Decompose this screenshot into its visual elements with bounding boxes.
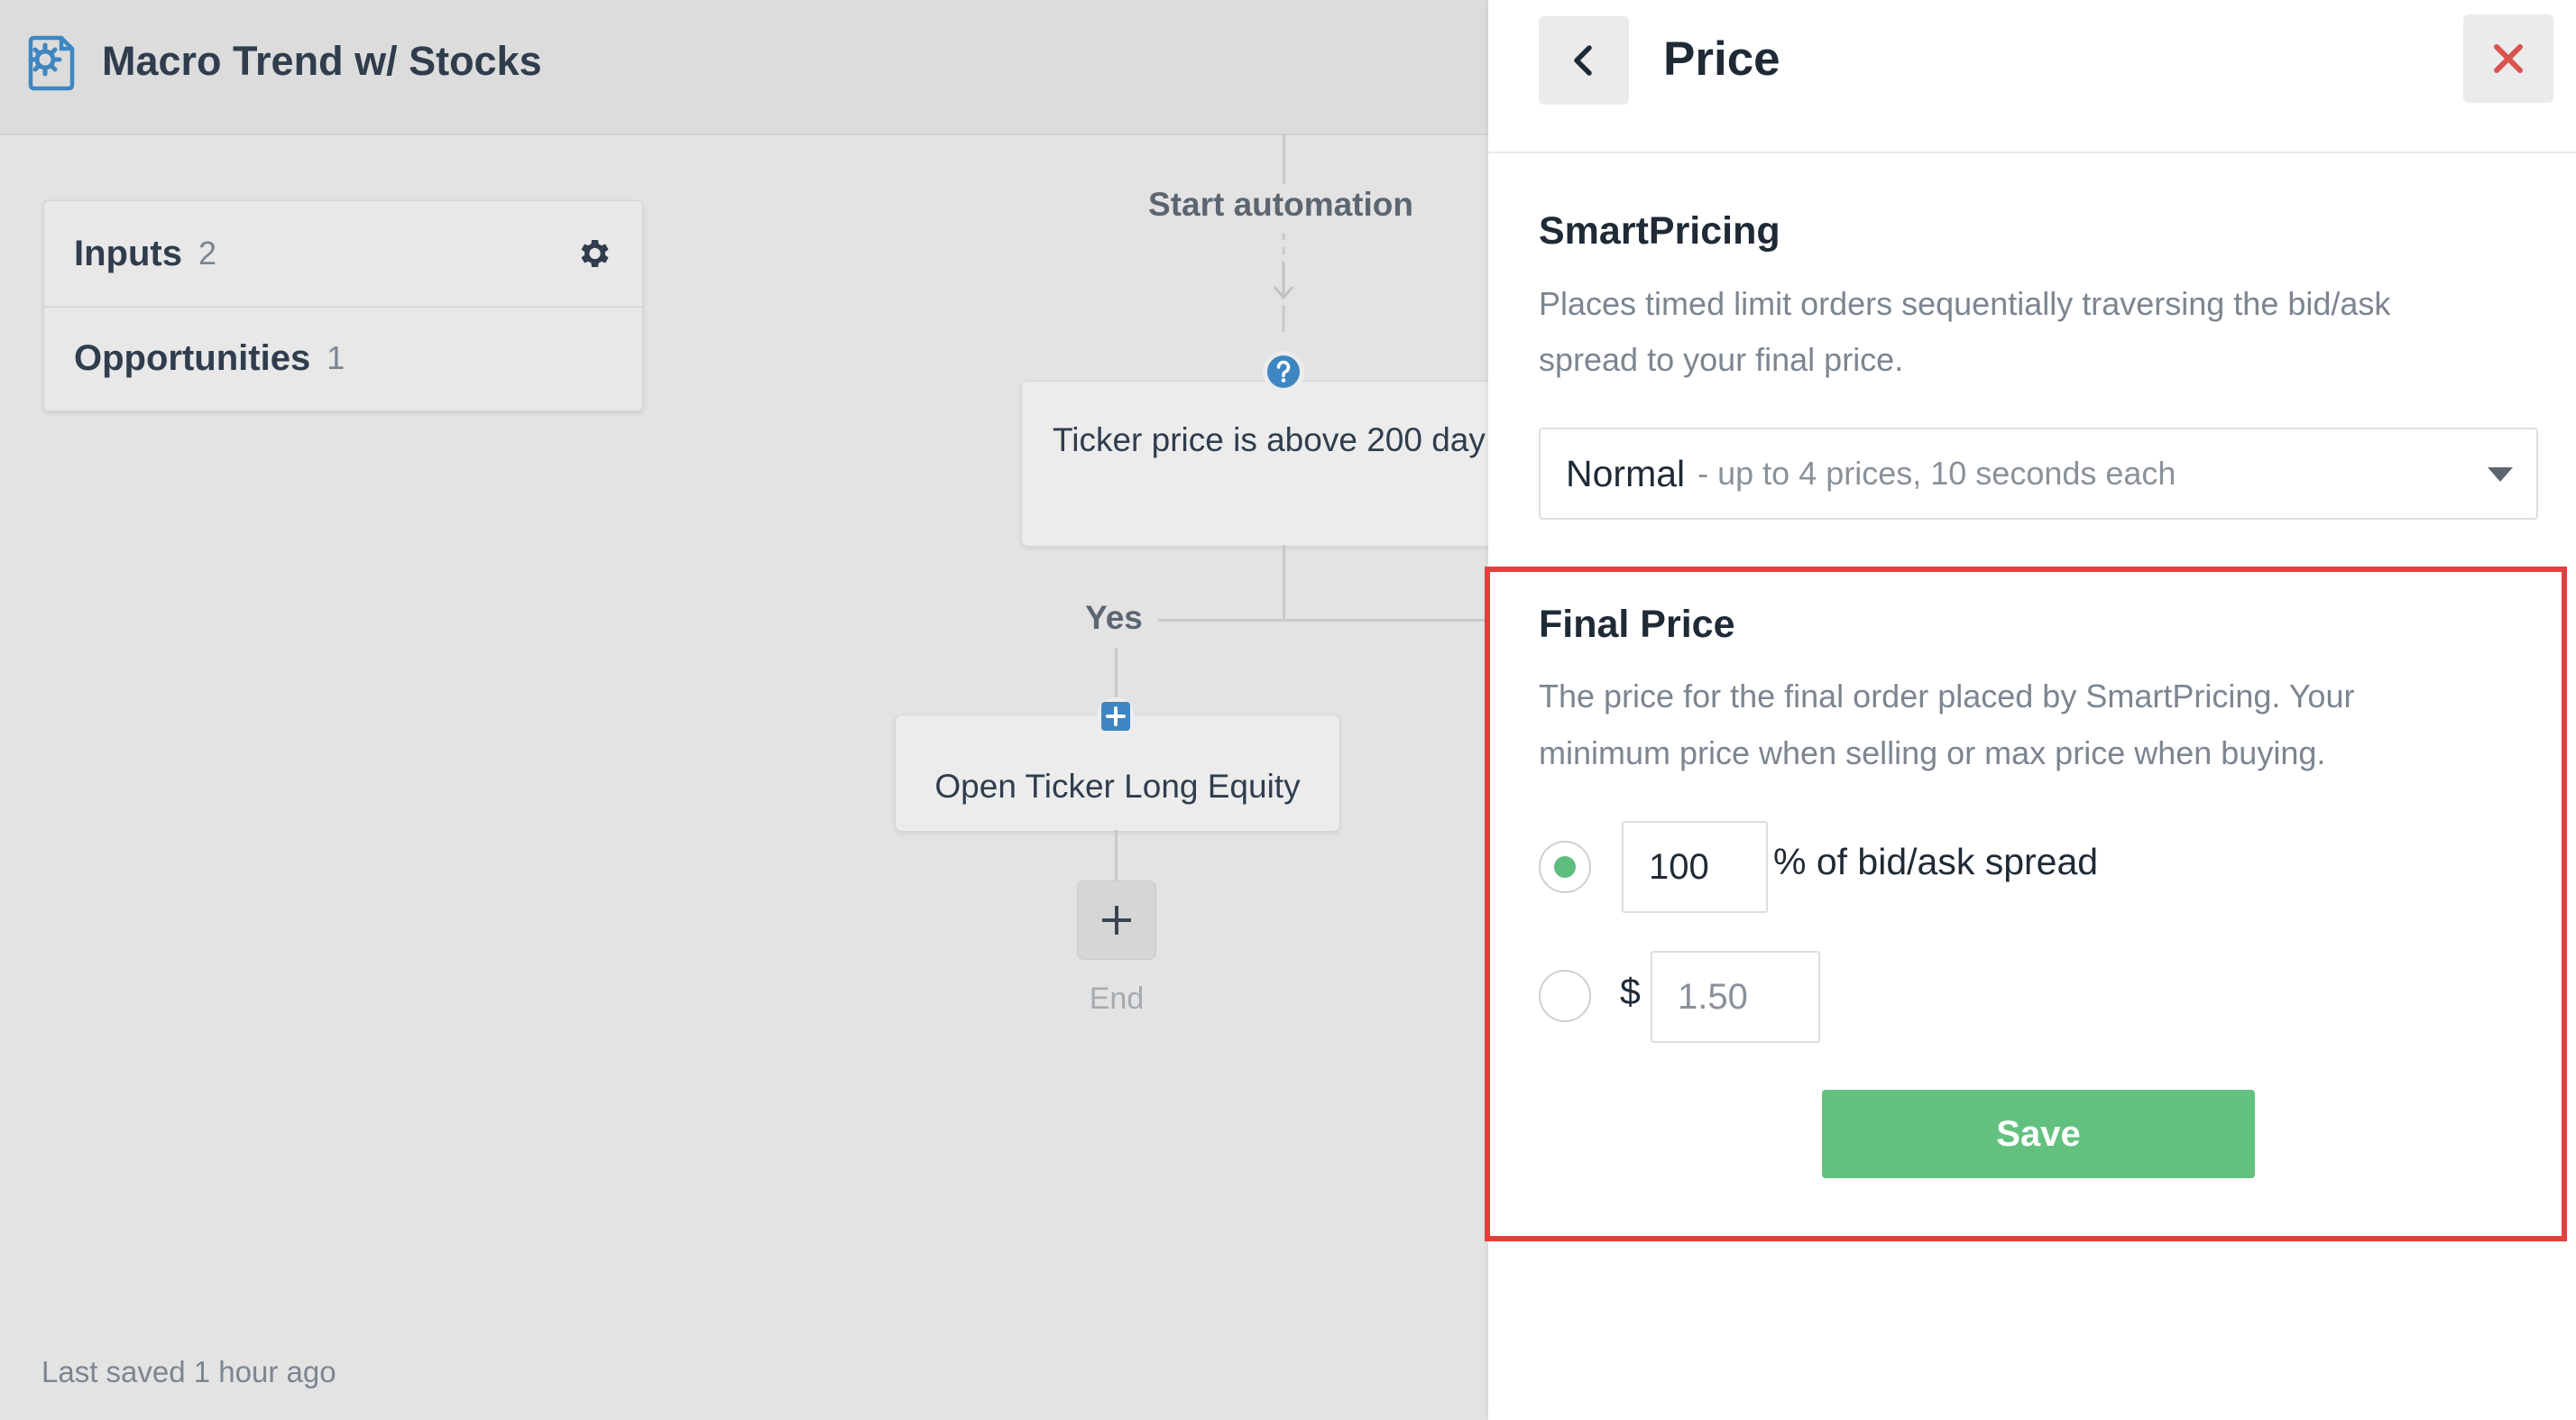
add-step-button[interactable] bbox=[1077, 881, 1156, 960]
gear-icon[interactable] bbox=[575, 235, 612, 272]
flow-connector bbox=[1283, 134, 1285, 184]
branch-yes-label: Yes bbox=[1085, 599, 1143, 636]
app-title: Macro Trend w/ Stocks bbox=[102, 38, 542, 84]
percent-input[interactable] bbox=[1622, 821, 1768, 913]
chevron-down-icon bbox=[2488, 467, 2513, 482]
close-icon bbox=[2494, 44, 2523, 73]
dollar-radio[interactable] bbox=[1539, 970, 1591, 1022]
smartpricing-description: Places timed limit orders sequentially t… bbox=[1539, 285, 2391, 378]
panel-title: Price bbox=[1663, 32, 1780, 86]
end-label: End bbox=[1089, 982, 1145, 1016]
condition-step-card[interactable]: Ticker price is above 200 day SMA bbox=[1021, 381, 1528, 547]
flow-connector bbox=[1158, 619, 1488, 622]
panel-header: Price bbox=[1488, 0, 2576, 153]
flow-connector bbox=[1115, 830, 1118, 881]
sidebar-item-count: 1 bbox=[327, 339, 345, 376]
plus-square-icon bbox=[1097, 697, 1135, 735]
condition-step-text: Ticker price is above 200 day SMA bbox=[1053, 421, 1528, 458]
price-panel: Price SmartPricing Places timed limit or… bbox=[1485, 0, 2576, 1420]
dollar-input[interactable] bbox=[1651, 951, 1820, 1043]
smartpricing-heading: SmartPricing bbox=[1539, 209, 1780, 253]
final-price-description: The price for the final order placed by … bbox=[1539, 678, 2355, 771]
select-detail: - up to 4 prices, 10 seconds each bbox=[1697, 455, 2176, 492]
sidebar-item-inputs[interactable]: Inputs 2 bbox=[44, 201, 642, 308]
radio-selected-dot bbox=[1554, 856, 1576, 878]
close-button[interactable] bbox=[2463, 14, 2553, 103]
final-price-heading: Final Price bbox=[1539, 603, 1735, 646]
smartpricing-select[interactable]: Normal - up to 4 prices, 10 seconds each bbox=[1539, 428, 2538, 520]
sidebar-item-count: 2 bbox=[198, 235, 217, 272]
plus-icon bbox=[1102, 906, 1131, 935]
sidebar-item-label: Inputs bbox=[74, 233, 182, 273]
automation-logo-icon bbox=[28, 35, 75, 91]
chevron-left-icon bbox=[1574, 45, 1592, 76]
percent-suffix-label: % of bid/ask spread bbox=[1773, 841, 2099, 882]
dollar-sign-label: $ bbox=[1620, 971, 1641, 1012]
down-arrow-icon bbox=[1273, 233, 1294, 332]
save-button[interactable]: Save bbox=[1822, 1090, 2255, 1178]
app-header: Macro Trend w/ Stocks bbox=[0, 0, 1488, 135]
back-button[interactable] bbox=[1539, 16, 1629, 105]
last-saved-status: Last saved 1 hour ago bbox=[41, 1355, 336, 1388]
sidebar-item-opportunities[interactable]: Opportunities 1 bbox=[44, 306, 642, 410]
start-automation-label: Start automation bbox=[1148, 186, 1413, 223]
action-step-text: Open Ticker Long Equity bbox=[934, 768, 1301, 805]
percent-radio[interactable] bbox=[1539, 841, 1591, 893]
flow-connector bbox=[1115, 648, 1118, 702]
flow-connector bbox=[1283, 545, 1285, 621]
sidebar-card: Inputs 2 Opportunities 1 bbox=[43, 200, 643, 411]
sidebar-item-label: Opportunities bbox=[74, 337, 311, 378]
select-value: Normal bbox=[1566, 452, 1686, 494]
question-icon bbox=[1263, 351, 1304, 392]
